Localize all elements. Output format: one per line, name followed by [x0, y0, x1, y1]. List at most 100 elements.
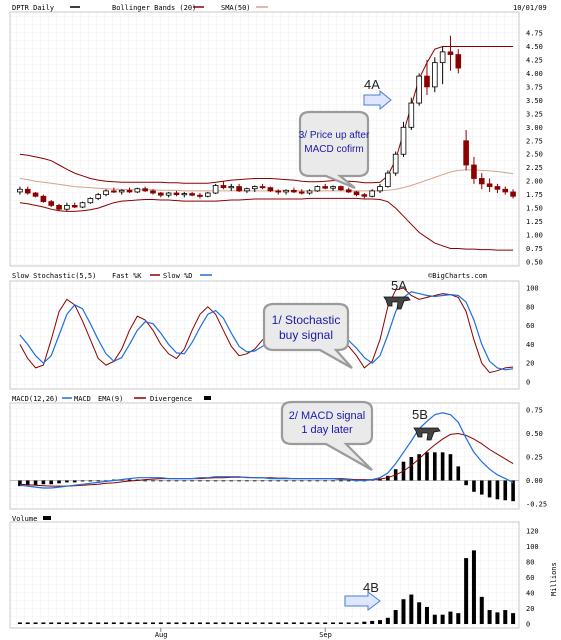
divergence-bar	[237, 480, 241, 482]
chart-date: 10/01/09	[513, 4, 547, 12]
divergence-bar	[487, 480, 492, 498]
y-tick-label: 3.75	[526, 83, 543, 91]
volume-bar	[276, 622, 281, 624]
volume-bar	[96, 622, 101, 624]
ema-legend-label: EMA(9)	[98, 395, 123, 403]
volume-axis: 120 100 80 60 40 20 0	[526, 528, 539, 629]
volume-bar	[307, 622, 312, 624]
callout-price-line1: 3/ Price up after	[299, 130, 370, 141]
price-header: DPTR Daily Bollinger Bands (20) SMA(50) …	[12, 4, 547, 12]
divergence-bar	[503, 480, 508, 501]
volume-bar	[213, 622, 218, 624]
volume-bar	[393, 610, 398, 624]
y-tick-label: 0.75	[526, 245, 543, 253]
tag-5a-label: 5A	[391, 278, 407, 293]
volume-bar	[174, 622, 179, 624]
y-tick-label: 0.50	[526, 430, 543, 438]
volume-bar	[244, 622, 249, 624]
y-tick-label: 3.25	[526, 110, 543, 118]
y-tick-label: 2.50	[526, 151, 543, 159]
callout-macd-line2: 1 day later	[301, 424, 353, 436]
y-tick-label: 1.00	[526, 232, 543, 240]
divergence-bar	[323, 480, 328, 482]
volume-bar	[362, 621, 367, 624]
price-title: DPTR Daily	[12, 4, 54, 12]
candle	[338, 185, 344, 191]
divergence-bar	[495, 480, 500, 500]
volume-bar	[346, 622, 351, 624]
sma-legend-label: SMA(50)	[221, 4, 251, 12]
divergence-bar	[49, 480, 54, 485]
volume-bar	[127, 622, 132, 624]
volume-bar	[409, 594, 414, 624]
candle	[212, 183, 219, 195]
stoch-title: Slow Stochastic(5,5)	[12, 272, 96, 280]
fastk-legend-label: Fast %K	[112, 272, 142, 280]
volume-bar	[252, 622, 257, 624]
y-tick-label: 60	[526, 574, 534, 582]
divergence-bar	[221, 480, 226, 482]
volume-bar	[221, 622, 226, 624]
divergence-bar	[65, 480, 69, 483]
callout-stoch-line2: buy signal	[279, 328, 333, 342]
divergence-bar	[433, 452, 437, 481]
volume-bar	[143, 622, 148, 624]
tag-4a-label: 4A	[364, 77, 380, 92]
divergence-bar	[88, 480, 93, 482]
volume-bar	[511, 613, 516, 624]
volume-bar	[417, 602, 422, 624]
divergence-bar	[315, 480, 320, 482]
volume-bar	[495, 612, 500, 624]
divergence-bar	[72, 480, 77, 483]
volume-bar	[17, 622, 22, 624]
stoch-header: Slow Stochastic(5,5) Fast %K Slow %D ©Bi…	[12, 272, 487, 280]
y-tick-label: 4.75	[526, 30, 543, 38]
divergence-bar	[151, 480, 155, 482]
candle	[400, 121, 407, 157]
candle	[416, 73, 422, 106]
callout-price-line2: MACD cofirm	[304, 144, 363, 155]
divergence-bar	[346, 480, 351, 482]
volume-bar	[323, 622, 328, 624]
y-tick-label: 80	[526, 303, 534, 311]
volume-bar	[135, 622, 140, 624]
divergence-bar	[339, 480, 343, 482]
divergence-bar	[331, 480, 335, 482]
volume-bar	[401, 599, 406, 624]
slowd-legend-label: Slow %D	[163, 272, 193, 280]
y-tick-label: 100	[526, 285, 539, 293]
y-tick-label: 2.00	[526, 178, 543, 186]
volume-bar	[440, 614, 445, 624]
tag-4b-label: 4B	[363, 580, 379, 595]
volume-bar	[268, 622, 273, 624]
volume-bar	[479, 596, 484, 624]
candle	[432, 57, 438, 93]
y-tick-label: 20	[526, 360, 534, 368]
volume-bar	[354, 622, 359, 624]
divergence-bar	[229, 480, 234, 482]
divergence-bar	[143, 480, 147, 482]
divergence-bar	[472, 480, 476, 492]
y-tick-label: 60	[526, 322, 534, 330]
y-tick-label: 0.75	[526, 407, 543, 415]
y-tick-label: 120	[526, 528, 539, 536]
volume-bar	[237, 622, 242, 624]
chart-stage: DPTR Daily Bollinger Bands (20) SMA(50) …	[9, 4, 558, 639]
divergence-bar	[80, 480, 85, 482]
divergence-bar	[182, 480, 187, 482]
volume-title: Volume	[12, 515, 37, 523]
candle	[392, 151, 399, 176]
divergence-bar	[479, 480, 484, 495]
divergence-bar	[448, 454, 453, 481]
macd-header: MACD(12,26) MACD EMA(9) Divergence	[12, 395, 211, 403]
divergence-bar	[464, 480, 468, 486]
divergence-bar	[268, 480, 273, 482]
volume-bar	[190, 622, 195, 624]
divergence-bar	[511, 480, 515, 502]
volume-bar	[111, 622, 116, 624]
volume-bar	[331, 622, 336, 624]
volume-bar	[205, 622, 210, 624]
divergence-bar	[409, 457, 414, 481]
macd-title: MACD(12,26)	[12, 395, 58, 403]
divergence-bar	[57, 480, 61, 484]
